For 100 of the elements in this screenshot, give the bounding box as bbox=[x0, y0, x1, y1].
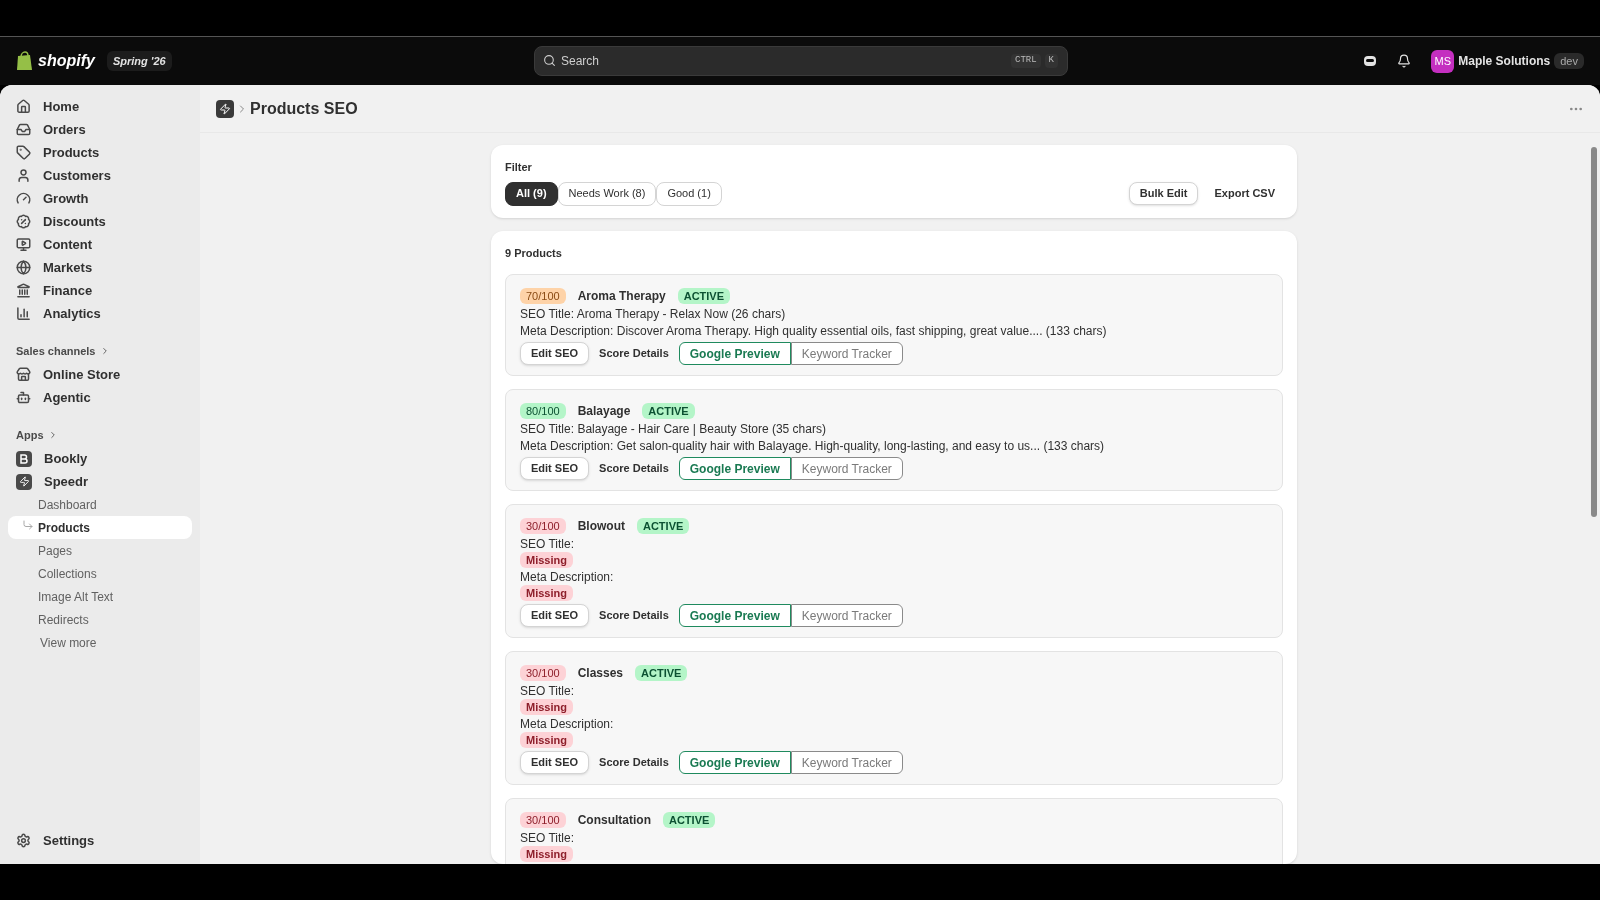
status-badge: ACTIVE bbox=[642, 403, 695, 419]
score-details-button[interactable]: Score Details bbox=[591, 342, 677, 365]
avatar[interactable]: MS bbox=[1431, 49, 1455, 73]
filter-tab[interactable]: Needs Work (8) bbox=[557, 181, 657, 206]
discount-badge-icon bbox=[16, 214, 31, 229]
google-preview-button[interactable]: Google Preview bbox=[678, 604, 791, 627]
edit-seo-button[interactable]: Edit SEO bbox=[520, 751, 590, 774]
sidebar-item[interactable]: Agentic bbox=[8, 386, 192, 409]
sidebar-item[interactable]: Markets bbox=[8, 256, 192, 279]
edit-seo-button[interactable]: Edit SEO bbox=[520, 604, 590, 627]
sidebar-item[interactable]: Online Store bbox=[8, 363, 192, 386]
view-more-link[interactable]: View more bbox=[8, 631, 192, 654]
sidebar-item[interactable]: Finance bbox=[8, 279, 192, 302]
keyword-tracker-button[interactable]: Keyword Tracker bbox=[790, 604, 903, 627]
tree-connector-icon bbox=[22, 519, 34, 531]
seo-field-text: SEO Title: Aroma Therapy - Relax Now (26 chars) bbox=[520, 306, 787, 322]
filter-tab[interactable]: All (9) bbox=[505, 181, 558, 206]
keyword-tracker-button[interactable]: Keyword Tracker bbox=[790, 751, 903, 774]
filter-tab[interactable]: Good (1) bbox=[656, 181, 722, 206]
score-badge: 30/100 bbox=[520, 518, 566, 534]
seo-field-label: Meta Description: bbox=[520, 716, 614, 732]
sidebar-item[interactable]: Speedr bbox=[8, 470, 192, 493]
search-icon bbox=[543, 54, 556, 67]
section-heading[interactable]: Sales channels bbox=[16, 342, 96, 360]
edit-seo-button[interactable]: Edit SEO bbox=[520, 342, 590, 365]
product-name: Classes bbox=[577, 665, 624, 682]
score-badge: 30/100 bbox=[520, 665, 566, 681]
seo-field-label: SEO Title: bbox=[520, 683, 575, 699]
missing-badge: Missing bbox=[520, 585, 573, 601]
section-heading[interactable]: Apps bbox=[16, 426, 44, 444]
keyword-tracker-button[interactable]: Keyword Tracker bbox=[790, 342, 903, 365]
letter-b-icon bbox=[16, 450, 32, 467]
seo-field-label: SEO Title: bbox=[520, 830, 575, 846]
score-details-button[interactable]: Score Details bbox=[591, 457, 677, 480]
product-count: 9 Products bbox=[505, 245, 562, 261]
edit-seo-button[interactable]: Edit SEO bbox=[520, 457, 590, 480]
filter-label: Filter bbox=[505, 160, 532, 175]
export-csv-button[interactable]: Export CSV bbox=[1206, 182, 1283, 205]
gauge-icon bbox=[16, 191, 31, 206]
score-details-button[interactable]: Score Details bbox=[591, 751, 677, 774]
product-name: Consultation bbox=[577, 812, 651, 829]
sidebar-item[interactable]: Discounts bbox=[8, 210, 192, 233]
missing-badge: Missing bbox=[520, 699, 573, 715]
status-badge: ACTIVE bbox=[677, 288, 731, 304]
sidebar-item[interactable]: Settings bbox=[8, 829, 192, 852]
sidebar-subitem[interactable]: Collections bbox=[8, 562, 192, 585]
sidebar-item[interactable]: Products bbox=[8, 141, 192, 164]
seo-field-text: Meta Description: Get salon-quality hair with Balayage. High-quality, long-lasting, and easy to us... (133 chars) bbox=[520, 438, 1106, 454]
sidebar-item[interactable]: Customers bbox=[8, 164, 192, 187]
sidebar-subitem[interactable]: Dashboard bbox=[8, 493, 192, 516]
dev-badge: dev bbox=[1554, 52, 1584, 70]
lightning-icon bbox=[16, 473, 32, 490]
brand-logo: shopify bbox=[38, 51, 95, 71]
score-badge: 80/100 bbox=[520, 403, 566, 419]
status-badge: ACTIVE bbox=[663, 812, 716, 828]
shortcut-key: CTRL bbox=[1011, 54, 1041, 68]
status-badge: ACTIVE bbox=[635, 665, 688, 681]
settings-icon bbox=[16, 833, 31, 848]
notification-bell-icon[interactable] bbox=[1397, 54, 1412, 68]
edition-badge: Spring '26 bbox=[106, 50, 172, 72]
missing-badge: Missing bbox=[520, 732, 573, 748]
google-preview-button[interactable]: Google Preview bbox=[678, 457, 791, 480]
globe-icon bbox=[16, 260, 31, 275]
google-preview-button[interactable]: Google Preview bbox=[678, 342, 791, 365]
sidebar-subitem[interactable]: Products bbox=[8, 516, 192, 539]
monitor-icon bbox=[16, 237, 31, 252]
score-badge: 70/100 bbox=[520, 288, 566, 304]
tag-icon bbox=[16, 145, 31, 160]
score-badge: 30/100 bbox=[520, 812, 566, 828]
robot-icon bbox=[16, 390, 31, 405]
store-name[interactable]: Maple Solutions bbox=[1458, 52, 1551, 70]
bar-chart-icon bbox=[16, 306, 31, 321]
sidebar-subitem[interactable]: Redirects bbox=[8, 608, 192, 631]
status-badge: ACTIVE bbox=[637, 518, 690, 534]
inbox-icon bbox=[16, 122, 31, 137]
shopping-bag-logo-icon bbox=[16, 51, 34, 71]
sidebar-item[interactable]: Analytics bbox=[8, 302, 192, 325]
person-icon bbox=[16, 168, 31, 183]
seo-field-text: SEO Title: Balayage - Hair Care | Beauty Store (35 chars) bbox=[520, 421, 827, 437]
sidebar-item[interactable]: Home bbox=[8, 95, 192, 118]
seo-field-text: Meta Description: Discover Aroma Therapy. High quality essential oils, fast shipping, great value.... (133 chars) bbox=[520, 323, 1108, 339]
sidebar-item[interactable]: Content bbox=[8, 233, 192, 256]
google-preview-button[interactable]: Google Preview bbox=[678, 751, 791, 774]
product-name: Blowout bbox=[577, 518, 625, 535]
sidebar-item[interactable]: Orders bbox=[8, 118, 192, 141]
sidebar-subitem[interactable]: Pages bbox=[8, 539, 192, 562]
missing-badge: Missing bbox=[520, 552, 573, 568]
product-name: Aroma Therapy bbox=[577, 288, 666, 305]
store-icon bbox=[16, 367, 31, 382]
app-lightning-icon bbox=[216, 99, 234, 118]
sidebar-item[interactable]: Growth bbox=[8, 187, 192, 210]
product-name: Balayage bbox=[577, 403, 631, 420]
sidebar-subitem[interactable]: Image Alt Text bbox=[8, 585, 192, 608]
missing-badge: Missing bbox=[520, 846, 573, 862]
score-details-button[interactable]: Score Details bbox=[591, 604, 677, 627]
seo-field-label: Meta Description: bbox=[520, 569, 614, 585]
keyword-tracker-button[interactable]: Keyword Tracker bbox=[790, 457, 903, 480]
bulk-edit-button[interactable]: Bulk Edit bbox=[1128, 182, 1199, 205]
sidebar-item[interactable]: Bookly bbox=[8, 447, 192, 470]
home-icon bbox=[16, 99, 31, 114]
